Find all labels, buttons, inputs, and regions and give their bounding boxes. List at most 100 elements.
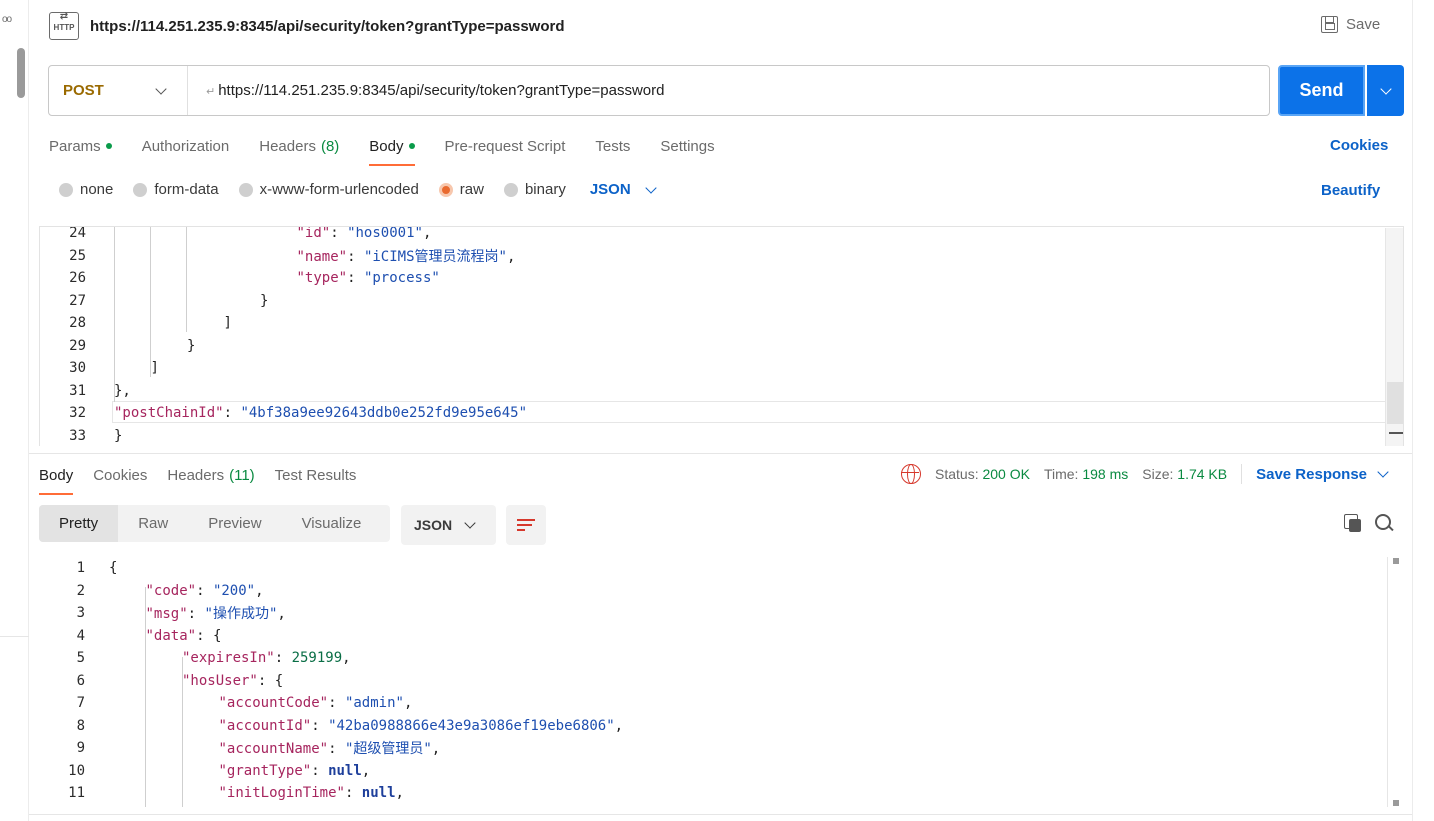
line-number: 29 — [69, 337, 86, 354]
response-tab-headers[interactable]: Headers (11) — [167, 464, 254, 486]
response-format-select[interactable]: JSON — [401, 505, 496, 545]
json-key: "initLoginTime" — [218, 785, 345, 802]
response-tab-cookies[interactable]: Cookies — [93, 464, 147, 486]
code-text: { — [109, 560, 117, 576]
scrollbar-thumb[interactable] — [1387, 382, 1403, 424]
divider — [29, 453, 1412, 454]
tab-params[interactable]: Params — [49, 135, 112, 157]
request-editor-scrollbar[interactable] — [1385, 228, 1403, 446]
status-text[interactable]: Status: 200 OK — [935, 466, 1030, 482]
line-number: 8 — [76, 717, 85, 734]
radio-form-data[interactable]: form-data — [133, 181, 219, 198]
sidebar-scrollbar[interactable] — [17, 48, 25, 98]
size-label: Size: — [1142, 466, 1174, 482]
save-response-button[interactable]: Save Response — [1256, 466, 1389, 483]
indicator-dot-icon — [408, 143, 415, 149]
json-key: "name" — [296, 248, 348, 265]
time-label: Time: — [1043, 466, 1079, 482]
view-raw[interactable]: Raw — [118, 505, 188, 542]
json-punctuation: ] — [223, 315, 232, 332]
indent-guide — [182, 657, 183, 807]
tab-label: Cookies — [93, 466, 148, 484]
response-tab-test-results[interactable]: Test Results — [275, 464, 357, 486]
view-pretty[interactable]: Pretty — [39, 505, 119, 542]
tab-settings[interactable]: Settings — [660, 135, 714, 157]
json-keyword: null — [328, 762, 362, 779]
indent-guide — [114, 227, 115, 402]
wrap-lines-button[interactable] — [506, 505, 546, 545]
json-string: "42ba0988866e43e9a3086ef19ebe6806" — [328, 717, 615, 734]
code-text: "type": "process" — [297, 270, 440, 286]
code-line: 24 "id": "hos0001", — [40, 226, 1403, 245]
line-number: 25 — [69, 247, 86, 264]
response-scrollbar[interactable] — [1387, 557, 1403, 807]
code-line: 25 "name": "iCIMS管理员流程岗", — [40, 245, 1403, 268]
method-select[interactable]: POST — [49, 66, 188, 115]
tab-body[interactable]: Body — [369, 135, 415, 166]
code-line: 7 "accountCode": "admin", — [39, 692, 1404, 715]
response-tab-body[interactable]: Body — [39, 464, 74, 495]
view-preview[interactable]: Preview — [188, 505, 281, 542]
json-punctuation: , — [422, 226, 432, 242]
tab-tests[interactable]: Tests — [595, 135, 630, 157]
line-number: 30 — [69, 360, 86, 377]
left-sidebar-strip: oo — [0, 0, 29, 821]
radio-label: raw — [459, 181, 484, 198]
send-options-button[interactable] — [1367, 65, 1404, 116]
save-label: Save — [1346, 16, 1381, 33]
save-button[interactable]: Save — [1321, 16, 1380, 33]
search-icon[interactable] — [1375, 514, 1393, 532]
network-globe-icon[interactable] — [901, 464, 921, 484]
tab-headers[interactable]: Headers (8) — [259, 135, 339, 157]
divider — [0, 636, 29, 637]
code-text: "initLoginTime": null, — [219, 785, 404, 801]
chevron-down-icon — [1377, 466, 1389, 478]
json-punctuation: : — [328, 741, 345, 758]
indicator-dot-icon — [105, 143, 112, 149]
json-key: "code" — [145, 582, 197, 599]
view-visualize[interactable]: Visualize — [282, 505, 382, 542]
request-title[interactable]: https://114.251.235.9:8345/api/security/… — [90, 18, 565, 35]
line-number: 24 — [69, 226, 86, 242]
json-key: "accountCode" — [218, 695, 329, 712]
beautify-button[interactable]: Beautify — [1321, 182, 1380, 199]
line-number: 1 — [76, 560, 85, 577]
cookies-link[interactable]: Cookies — [1330, 137, 1388, 154]
radio-raw[interactable]: raw — [438, 181, 484, 198]
tab-authorization[interactable]: Authorization — [142, 135, 230, 157]
line-number: 33 — [69, 427, 86, 444]
divider — [29, 814, 1412, 815]
json-punctuation: , — [403, 695, 413, 712]
response-body-viewer[interactable]: 1{2 "code": "200", 3 "msg": "操作成功", 4 "data":… — [39, 557, 1404, 807]
radio-none[interactable]: none — [59, 181, 113, 198]
wrap-lines-icon — [517, 518, 535, 532]
tab-label: Test Results — [274, 466, 357, 484]
json-punctuation: { — [109, 560, 118, 577]
radio-circle — [438, 182, 453, 197]
request-header: ⇄ HTTP https://114.251.235.9:8345/api/sec… — [49, 12, 1399, 42]
request-body-editor[interactable]: 24 "id": "hos0001", 25 "name": "iCIMS管理员流程岗… — [39, 226, 1404, 446]
size-text[interactable]: Size: 1.74 KB — [1142, 466, 1227, 482]
code-text: "postChainId": "4bf38a9ee92643ddb0e252fd… — [114, 405, 527, 421]
tab-label: Body — [39, 466, 74, 484]
indent-guide — [150, 227, 151, 377]
json-punctuation: : — [347, 270, 364, 287]
code-line: 5 "expiresIn": 259199, — [39, 647, 1404, 670]
json-punctuation: : — [347, 248, 364, 265]
tab-label: Authorization — [141, 137, 230, 155]
line-number: 28 — [69, 315, 86, 332]
time-text[interactable]: Time: 198 ms — [1044, 466, 1128, 482]
send-button[interactable]: Send — [1278, 65, 1365, 116]
response-format-label: JSON — [414, 517, 453, 533]
radio-binary[interactable]: binary — [503, 181, 566, 198]
radio-label: none — [80, 181, 114, 198]
tab-pre-request-script[interactable]: Pre-request Script — [445, 135, 566, 157]
code-text: }, — [114, 383, 131, 399]
code-line: 4 "data": { — [39, 625, 1404, 648]
json-punctuation: { — [212, 627, 222, 644]
radio-x-www-form-urlencoded[interactable]: x-www-form-urlencoded — [238, 181, 419, 198]
copy-icon[interactable] — [1344, 514, 1362, 532]
url-input[interactable]: ↵ https://114.251.235.9:8345/api/security… — [188, 82, 665, 99]
more-dots-icon[interactable]: oo — [2, 14, 12, 25]
body-format-select[interactable]: JSON — [590, 181, 657, 198]
